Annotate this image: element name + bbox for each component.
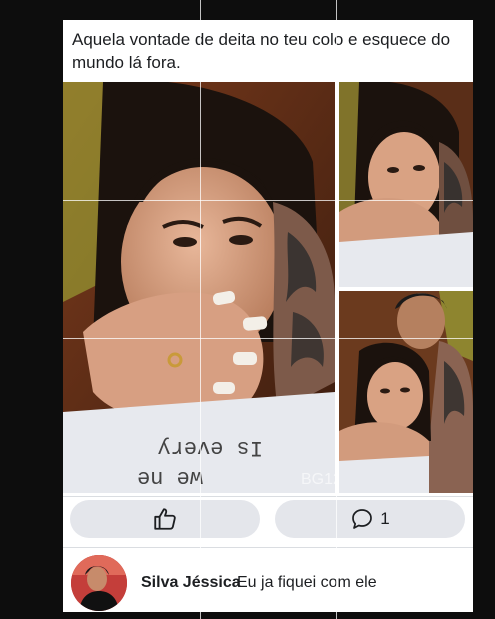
shirt-text-2: we ne bbox=[137, 465, 203, 490]
comment-button[interactable]: 1 bbox=[275, 500, 465, 538]
comment-bubble-icon bbox=[350, 507, 374, 531]
shirt-text-1: Is every bbox=[157, 435, 263, 460]
comment-text: Eu ja fiquei com ele bbox=[237, 574, 377, 591]
comments-divider bbox=[63, 547, 473, 548]
photo-watermark: BG12 bbox=[301, 471, 335, 488]
selfie-photo-image bbox=[339, 82, 473, 287]
couple-photo-image bbox=[339, 291, 473, 493]
comment-count: 1 bbox=[380, 509, 390, 528]
comment-item: Silva Jéssica Eu ja fiquei com ele bbox=[71, 555, 471, 611]
thumbs-up-icon bbox=[152, 506, 178, 532]
post-photo-bottom-right[interactable] bbox=[339, 291, 473, 493]
post-photo-top-right[interactable] bbox=[339, 82, 473, 287]
selfie-photo-image: Is every we ne BG12 bbox=[63, 82, 335, 493]
post-photo-main[interactable]: Is every we ne BG12 bbox=[63, 82, 335, 493]
post-card: Aquela vontade de deita no teu colo e es… bbox=[63, 20, 473, 612]
comment-author[interactable]: Silva Jéssica bbox=[141, 574, 241, 592]
like-button[interactable] bbox=[70, 500, 260, 538]
post-caption: Aquela vontade de deita no teu colo e es… bbox=[72, 30, 451, 72]
post-divider bbox=[63, 496, 473, 497]
avatar[interactable] bbox=[71, 555, 127, 611]
